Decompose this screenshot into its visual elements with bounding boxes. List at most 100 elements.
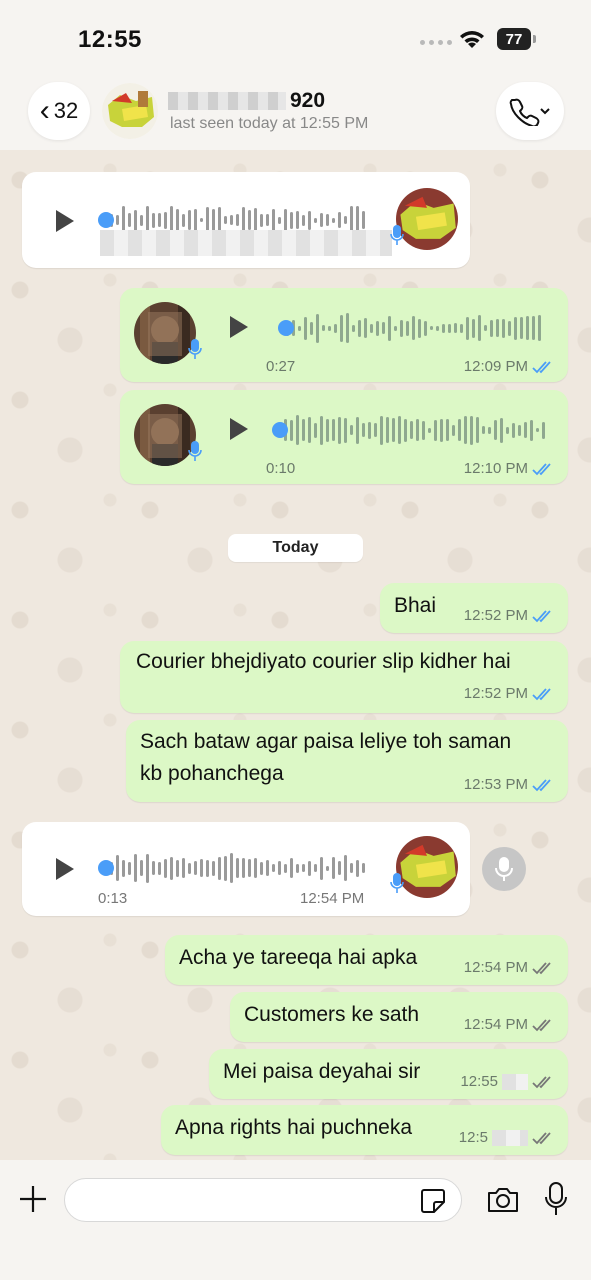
plus-icon[interactable] [18,1184,48,1214]
waveform-bar [212,860,215,876]
message-outgoing[interactable]: Sach bataw agar paisa leliye toh saman k… [126,720,568,802]
play-icon[interactable] [228,314,250,340]
playback-scrubber[interactable] [272,422,288,438]
play-icon[interactable] [54,208,76,234]
waveform-bar [364,318,367,338]
waveform-bar [394,325,397,331]
message-text-line-2: kb pohanchega [140,762,284,785]
waveform-bar [290,419,293,441]
double-check-icon [532,1131,551,1144]
waveform[interactable] [284,412,550,448]
waveform-bar [116,855,119,881]
waveform-bar [290,858,293,878]
sticker-icon[interactable] [420,1188,446,1214]
contact-avatar[interactable] [102,83,158,139]
waveform-bar [506,426,509,434]
waveform-bar [488,426,491,434]
waveform-bar [308,860,311,876]
waveform-bar [490,319,493,337]
waveform[interactable] [110,850,368,886]
waveform-bar [266,214,269,226]
date-separator: Today [228,534,363,562]
waveform-bar [314,864,317,872]
waveform[interactable] [280,310,548,346]
redacted-time [492,1129,528,1146]
waveform-bar [326,214,329,226]
waveform-bar [122,859,125,877]
back-chevron-icon: ‹ [39,94,50,127]
waveform-bar [494,420,497,440]
waveform-bar [332,857,335,879]
waveform-bar [152,861,155,875]
waveform-bar [404,418,407,442]
sender-avatar [396,836,458,898]
waveform-bar [314,217,317,223]
voice-duration: 0:13 [98,890,128,907]
message-outgoing[interactable]: Customers ke sath 12:54 PM [230,992,568,1042]
camera-icon[interactable] [486,1186,520,1214]
waveform-bar [380,415,383,445]
playback-scrubber[interactable] [98,212,114,228]
waveform-bar [476,417,479,443]
waveform-bar [194,209,197,231]
waveform-bar [140,214,143,226]
clock: 12:55 [78,26,142,53]
waveform-bar [448,323,451,333]
waveform-bar [242,858,245,878]
waveform-bar [254,207,257,233]
double-check-icon [532,360,551,373]
mic-icon [495,857,513,881]
waveform-bar [428,427,431,433]
waveform-bar [362,211,365,229]
message-meta: 12:10 PM [464,460,554,477]
waveform-bar [188,210,191,230]
back-button[interactable]: ‹ 32 [28,82,90,140]
waveform-bar [320,213,323,227]
play-icon[interactable] [54,856,76,882]
play-icon[interactable] [228,416,250,442]
waveform-bar [182,213,185,227]
playback-scrubber[interactable] [278,320,294,336]
status-bar: 12:55 77 [0,0,591,75]
message-time: 12:10 PM [463,460,528,477]
waveform-bar [344,216,347,224]
waveform-bar [152,212,155,228]
message-outgoing[interactable]: Courier bhejdiyato courier slip kidher h… [120,641,568,713]
message-outgoing[interactable]: Acha ye tareeqa hai apka 12:54 PM [165,935,568,985]
waveform-bar [272,208,275,232]
waveform-bar [526,316,529,340]
message-meta: 12:52 PM [464,685,554,702]
own-avatar [134,404,196,466]
waveform-bar [386,417,389,443]
waveform-bar [454,323,457,333]
playback-scrubber[interactable] [98,860,114,876]
message-meta: 12:54 PM [464,959,554,976]
message-time: 12:55 [460,1073,498,1090]
waveform-bar [290,211,293,229]
voice-transcribe-button[interactable] [482,847,526,891]
waveform-bar [466,316,469,340]
message-outgoing[interactable]: Mei paisa deyahai sir 12:55 [209,1049,568,1099]
waveform-bar [296,211,299,229]
message-text: Mei paisa deyahai sir [223,1060,421,1083]
message-input[interactable] [64,1178,462,1222]
waveform-bar [374,423,377,437]
call-button[interactable] [496,82,564,140]
waveform-bar [320,415,323,445]
waveform-bar [332,419,335,441]
waveform-bar [230,215,233,225]
double-check-icon [532,961,551,974]
waveform-bar [472,318,475,338]
mic-icon[interactable] [544,1182,568,1216]
waveform-bar [304,316,307,340]
contact-name[interactable]: 920 [168,89,325,113]
message-text: Courier bhejdiyato courier slip kidher h… [136,650,511,673]
waveform-bar [382,322,385,334]
waveform-bar [296,863,299,873]
composer-bar [0,1160,591,1280]
mic-icon [188,441,202,461]
message-outgoing[interactable]: Apna rights hai puchneka 12:5 [161,1105,568,1155]
waveform-bar [410,421,413,439]
waveform-bar [434,419,437,441]
message-outgoing[interactable]: Bhai 12:52 PM [380,583,568,633]
